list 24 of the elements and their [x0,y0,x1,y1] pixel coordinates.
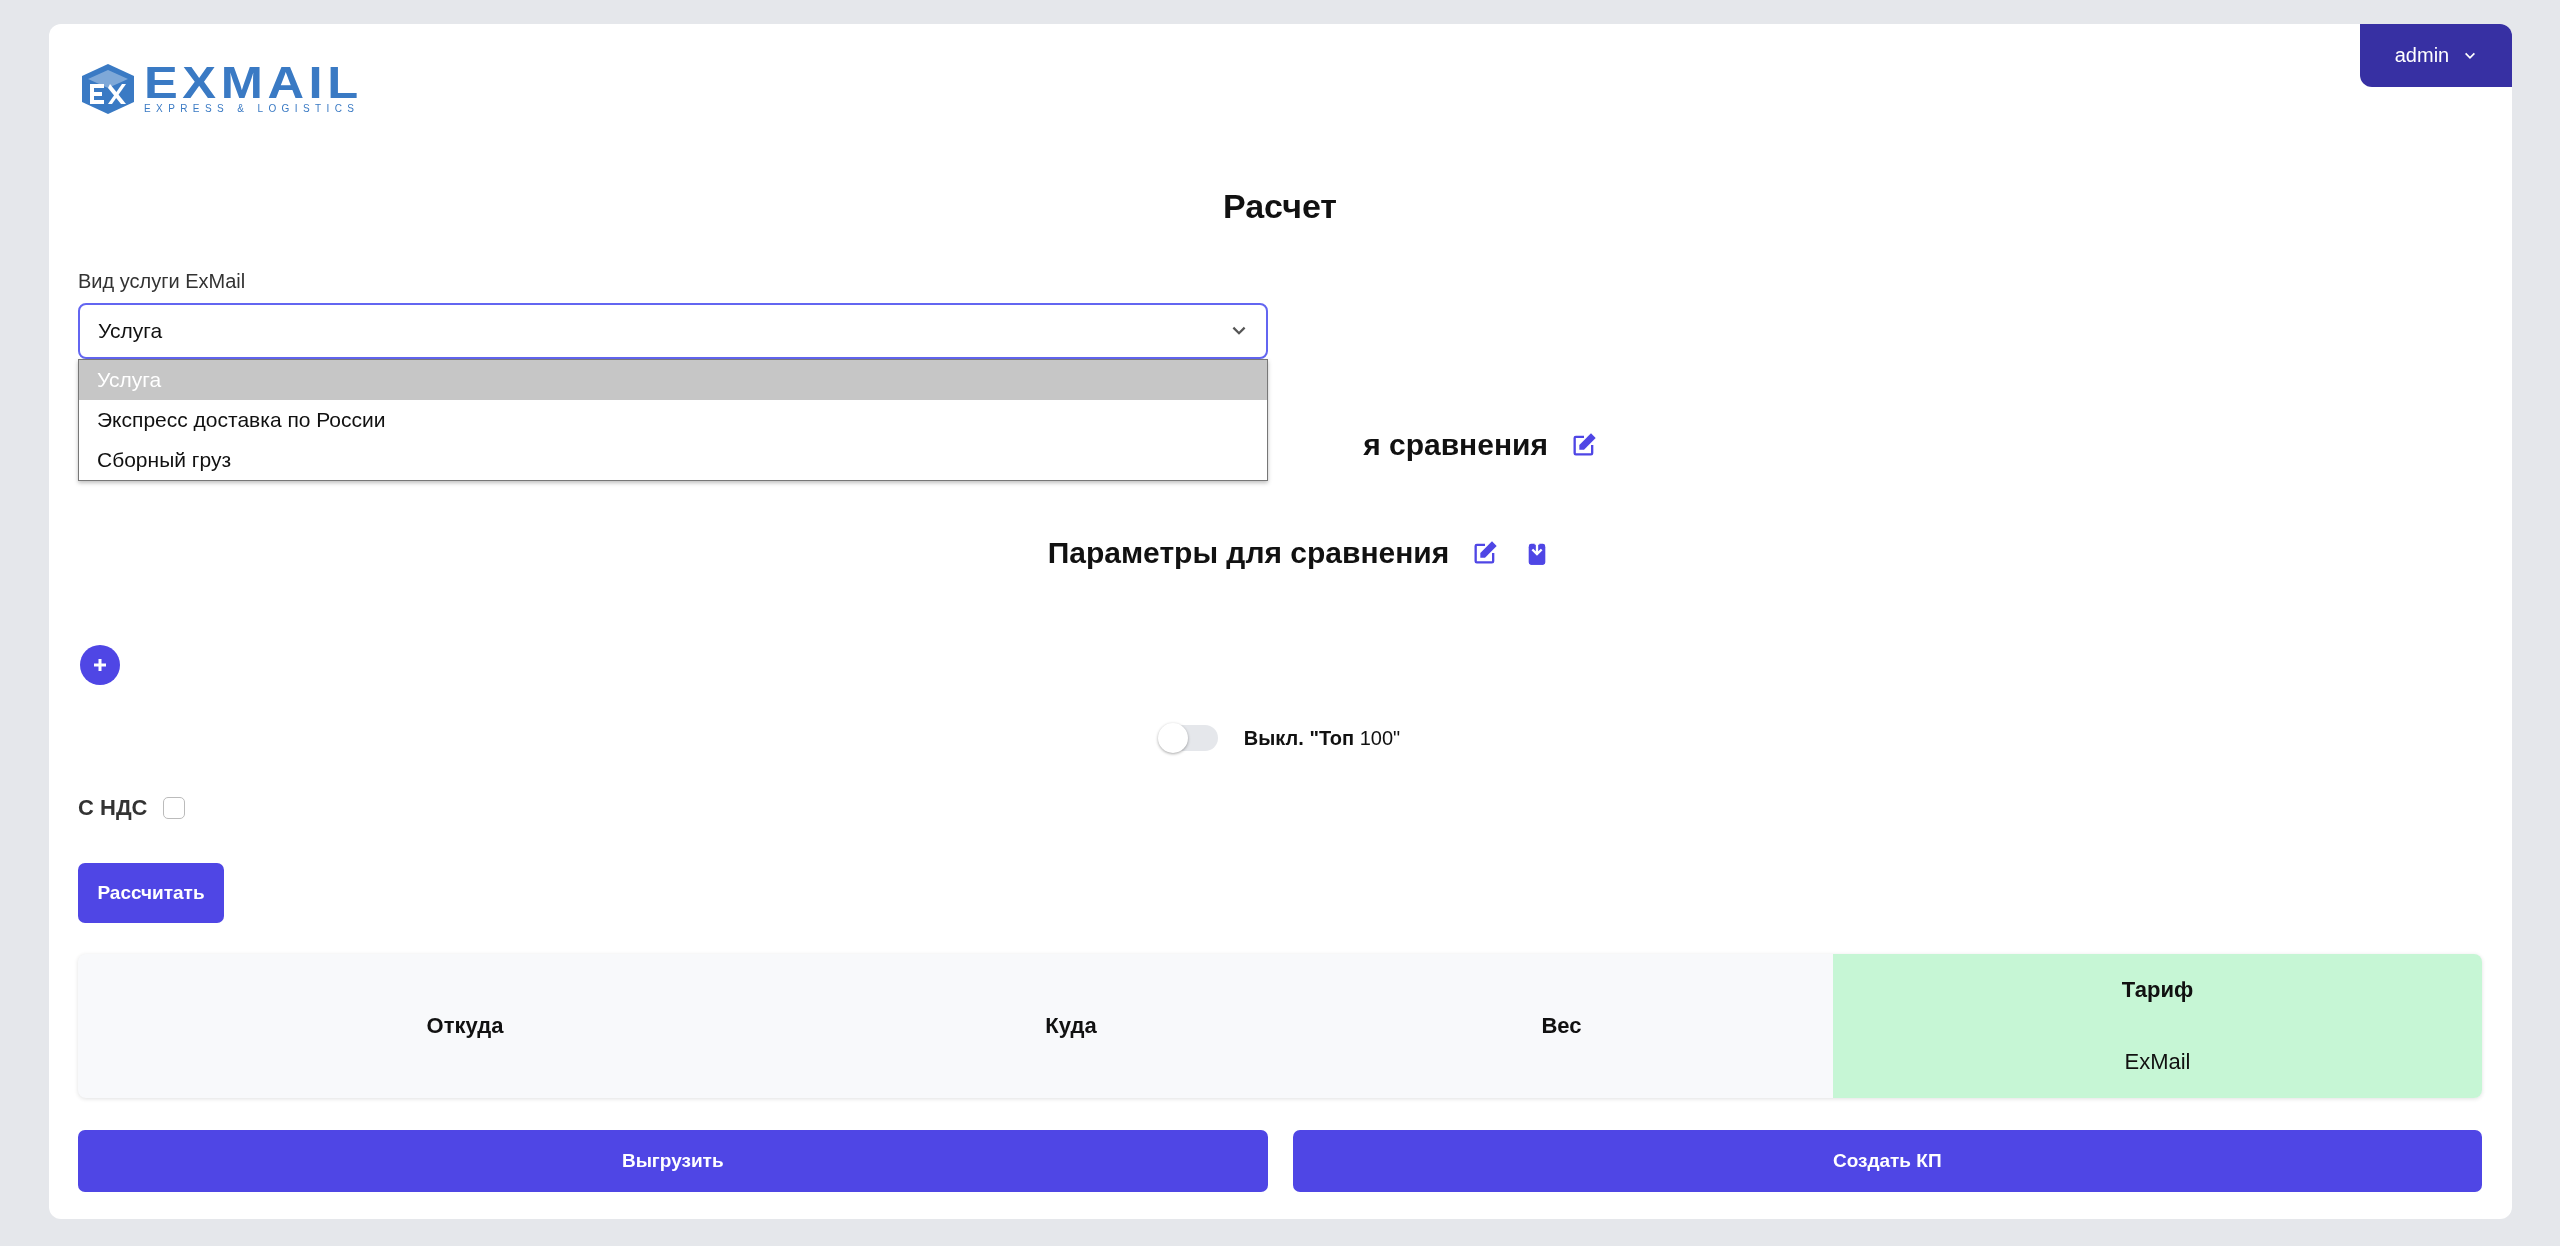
toggle-switch[interactable] [1159,725,1218,751]
column-header: Куда [1045,1013,1097,1039]
column-header: Тариф [2121,977,2194,1003]
column-header: Вес [1541,1013,1582,1039]
toggle-label: Выкл. "Топ 100" [1243,726,1401,750]
checkbox-label: С НДС [78,795,148,821]
page-title: Расчет [1222,187,1338,226]
field-label: Вид услуги ExMail [78,270,247,293]
column-subheader: ExMail [2124,1049,2191,1075]
checkbox[interactable] [163,797,186,819]
plus-icon [91,656,109,674]
service-select[interactable]: Услуга [78,303,1268,359]
section-heading: я сравнения [1363,428,1548,462]
logo-wordmark: EXMAIL [144,63,364,103]
section-heading: Параметры для сравнения [1047,536,1450,570]
dropdown-option[interactable]: Сборный груз [79,440,1267,480]
calculate-button[interactable]: Рассчитать [78,863,224,923]
column-header: Откуда [426,1013,504,1039]
dropdown-option[interactable]: Экспресс доставка по России [79,400,1267,440]
logo-tagline: EXPRESS & LOGISTICS [144,103,360,115]
action-button[interactable]: Выгрузить [78,1130,1268,1192]
add-button[interactable] [80,645,120,685]
user-menu-button[interactable]: admin [2360,24,2512,87]
action-button[interactable]: Создать КП [1292,1130,2482,1192]
